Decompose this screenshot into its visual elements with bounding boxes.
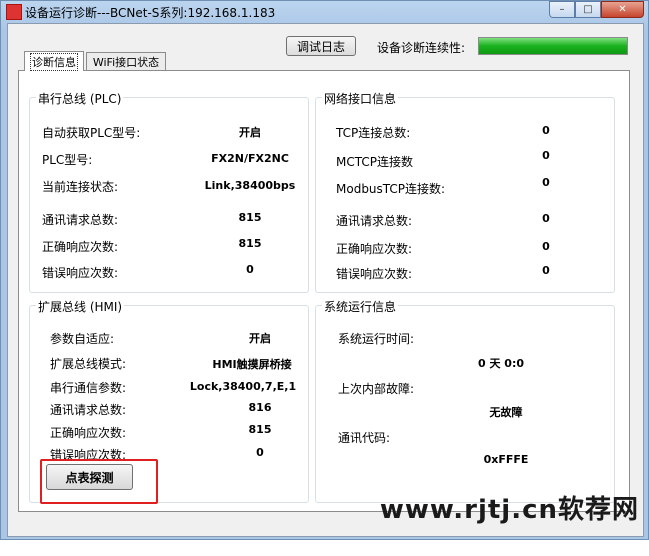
window-title: 设备运行诊断---BCNet-S系列:192.168.1.183 <box>25 6 276 20</box>
diagnostic-window: 设备运行诊断---BCNet-S系列:192.168.1.183 – □ ✕ 调… <box>0 0 649 540</box>
network-row-value: 0 <box>542 149 550 162</box>
ext-row-value: Lock,38400,7,E,1 <box>189 380 297 393</box>
client-area: 调试日志 设备诊断连续性: 诊断信息 WiFi接口状态 串行总线 (PLC) 自… <box>7 23 644 537</box>
serial-row-value: 0 <box>246 263 254 276</box>
ext-row-value: 开启 <box>249 332 271 345</box>
serial-bus-title: 串行总线 (PLC) <box>36 90 124 107</box>
comm-code-label: 通讯代码: <box>338 431 391 445</box>
ext-row-label: 参数自适应: <box>50 332 115 346</box>
serial-row-label: 通讯请求总数: <box>42 213 119 227</box>
serial-bus-group: 串行总线 (PLC) 自动获取PLC型号: 开启 PLC型号: FX2N/FX2… <box>29 90 309 293</box>
ext-row-value: 815 <box>248 423 272 436</box>
watermark-text: www.rjtj.cn软荐网 <box>379 495 639 525</box>
serial-row-value: 815 <box>238 237 262 250</box>
serial-row-value: 815 <box>238 211 262 224</box>
serial-row-value: 开启 <box>239 126 261 139</box>
system-group: 系统运行信息 系统运行时间: 0 天 0:0 上次内部故障: 无故障 通讯代码:… <box>315 298 615 503</box>
network-row-value: 0 <box>542 240 550 253</box>
app-icon <box>6 4 22 20</box>
uptime-value: 0 天 0:0 <box>477 357 525 370</box>
uptime-label: 系统运行时间: <box>338 332 415 346</box>
maximize-button[interactable]: □ <box>575 1 601 18</box>
network-row-label: 错误响应次数: <box>336 267 413 281</box>
continuity-label: 设备诊断连续性: <box>377 41 466 55</box>
system-title: 系统运行信息 <box>322 298 399 315</box>
ext-bus-title: 扩展总线 (HMI) <box>36 298 125 315</box>
highlight-annotation-box <box>40 459 158 504</box>
network-row-value: 0 <box>542 264 550 277</box>
network-row-value: 0 <box>542 176 550 189</box>
ext-row-label: 通讯请求总数: <box>50 403 127 417</box>
title-bar[interactable]: 设备运行诊断---BCNet-S系列:192.168.1.183 – □ ✕ <box>1 1 648 23</box>
network-row-label: ModbusTCP连接数: <box>336 182 446 196</box>
serial-row-value: FX2N/FX2NC <box>211 152 289 165</box>
network-row-label: TCP连接总数: <box>336 126 411 140</box>
serial-row-label: PLC型号: <box>42 153 93 167</box>
last-fault-label: 上次内部故障: <box>338 382 415 396</box>
ext-row-value: HMI触摸屏桥接 <box>212 358 292 371</box>
tab-label: 诊断信息 <box>30 52 78 71</box>
ext-row-label: 扩展总线模式: <box>50 357 127 371</box>
network-row-label: 正确响应次数: <box>336 242 413 256</box>
continuity-progress-bar <box>478 37 628 55</box>
continuity-progress-fill <box>479 38 627 54</box>
tab-panel: 串行总线 (PLC) 自动获取PLC型号: 开启 PLC型号: FX2N/FX2… <box>18 70 630 512</box>
network-row-label: MCTCP连接数 <box>336 155 413 169</box>
serial-row-label: 当前连接状态: <box>42 180 119 194</box>
ext-row-value: 816 <box>248 401 272 414</box>
network-row-value: 0 <box>542 124 550 137</box>
last-fault-value: 无故障 <box>489 406 523 419</box>
serial-row-value: Link,38400bps <box>204 179 296 192</box>
network-row-label: 通讯请求总数: <box>336 214 413 228</box>
ext-row-label: 正确响应次数: <box>50 426 127 440</box>
comm-code-value: 0xFFFE <box>483 453 529 466</box>
network-title: 网络接口信息 <box>322 90 399 107</box>
window-controls: – □ ✕ <box>549 1 644 19</box>
close-button[interactable]: ✕ <box>601 1 644 18</box>
ext-row-label: 串行通信参数: <box>50 381 127 395</box>
debug-log-button[interactable]: 调试日志 <box>286 36 356 56</box>
minimize-button[interactable]: – <box>549 1 575 18</box>
network-row-value: 0 <box>542 212 550 225</box>
serial-row-label: 错误响应次数: <box>42 266 119 280</box>
tab-wifi-status[interactable]: WiFi接口状态 <box>86 52 166 70</box>
serial-row-label: 自动获取PLC型号: <box>42 126 141 140</box>
ext-row-value: 0 <box>256 446 264 459</box>
network-group: 网络接口信息 TCP连接总数: 0 MCTCP连接数 0 ModbusTCP连接… <box>315 90 615 293</box>
serial-row-label: 正确响应次数: <box>42 240 119 254</box>
tab-diagnostic-info[interactable]: 诊断信息 <box>24 51 84 71</box>
